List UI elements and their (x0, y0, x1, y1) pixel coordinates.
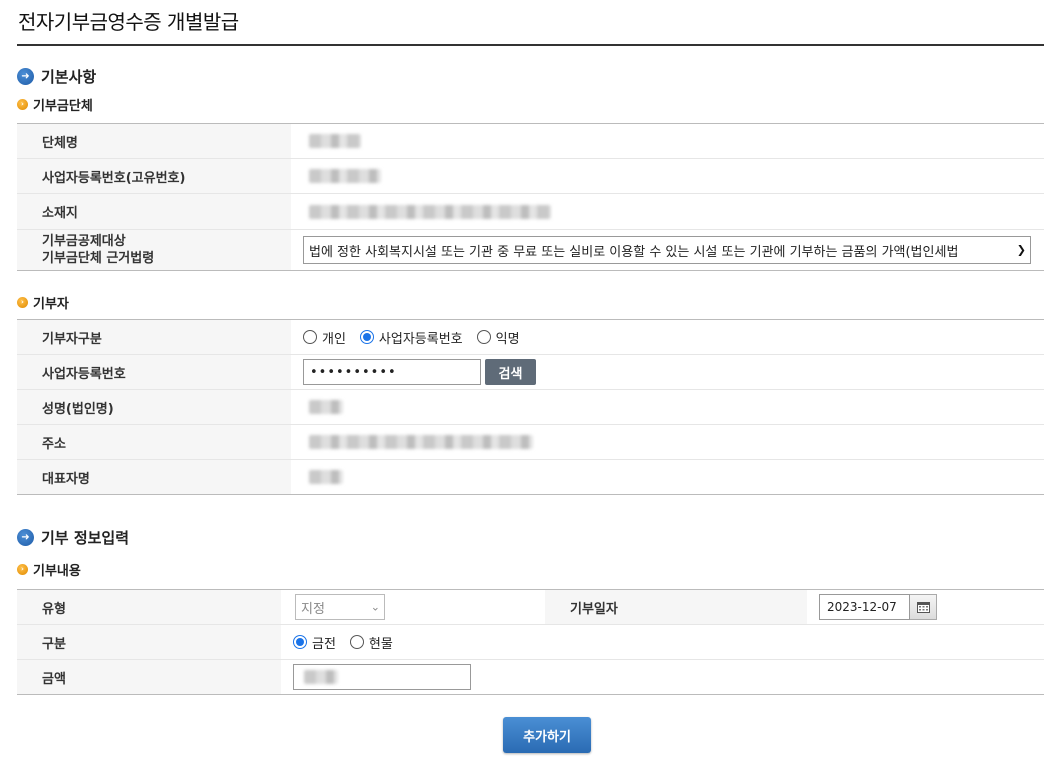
subsection-donor-title: 기부자 (33, 297, 69, 312)
donor-name-label: 성명(법인명) (17, 389, 291, 425)
arrow-circle-icon: ➜ (17, 529, 34, 546)
table-row: 대표자명 (17, 459, 1044, 495)
date-picker: 2023-12-07 (819, 594, 937, 620)
table-row: 기부자구분 개인 사업자등록번호 익명 (17, 319, 1044, 355)
section-basic-title: 기본사항 (41, 68, 97, 86)
type-select[interactable]: 지정 ⌄ (295, 594, 385, 620)
kind-radio-group: 금전 현물 (293, 633, 1044, 652)
amount-value-redacted (304, 670, 338, 684)
donor-reg-label: 사업자등록번호 (17, 354, 291, 390)
law-select[interactable]: 법에 정한 사회복지시설 또는 기관 중 무료 또는 실비로 이용할 수 있는 … (303, 236, 1031, 264)
content-type-label: 유형 (17, 589, 281, 625)
content-date-label: 기부일자 (545, 589, 807, 625)
radio-anonymous[interactable]: 익명 (476, 328, 520, 347)
donor-reg-input[interactable]: •••••••••• (303, 359, 481, 385)
section-basic: ➜ 기본사항 (17, 66, 96, 87)
subsection-content: › 기부내용 (17, 560, 81, 579)
content-kind-label: 구분 (17, 624, 281, 660)
radio-circle[interactable] (359, 330, 374, 344)
radio-label: 금전 (312, 636, 336, 652)
add-button[interactable]: 추가하기 (503, 717, 591, 753)
radio-cash[interactable]: 금전 (293, 633, 336, 652)
chevron-down-icon: ❯ (1016, 243, 1026, 257)
table-row: 소재지 (17, 193, 1044, 230)
table-row: 사업자등록번호(고유번호) (17, 158, 1044, 194)
search-button[interactable]: 검색 (485, 359, 536, 385)
title-divider (17, 44, 1044, 46)
arrow-circle-icon: ➜ (17, 68, 34, 85)
chevron-circle-icon: › (17, 564, 28, 575)
subsection-donor: › 기부자 (17, 293, 69, 312)
chevron-down-icon: ⌄ (370, 600, 380, 614)
radio-individual[interactable]: 개인 (303, 328, 346, 347)
donor-addr-value-redacted (309, 435, 533, 449)
content-amount-label: 금액 (17, 659, 281, 695)
radio-goods[interactable]: 현물 (349, 633, 393, 652)
donor-rep-value-redacted (309, 470, 343, 484)
table-row: 성명(법인명) (17, 389, 1044, 425)
radio-label: 사업자등록번호 (378, 331, 463, 347)
amount-input[interactable] (293, 664, 471, 690)
section-donation-info-title: 기부 정보입력 (41, 529, 130, 547)
table-row: 단체명 (17, 123, 1044, 159)
donor-type-radio-group: 개인 사업자등록번호 익명 (303, 328, 1044, 347)
org-addr-label: 소재지 (17, 193, 291, 230)
radio-circle[interactable] (293, 635, 307, 649)
section-donation-info: ➜ 기부 정보입력 (17, 527, 129, 548)
date-input[interactable]: 2023-12-07 (819, 594, 910, 620)
donor-table: 기부자구분 개인 사업자등록번호 익명 사업자등록번호 •••••••••• 검색… (17, 319, 1044, 495)
table-row: 금액 (17, 659, 1044, 695)
table-row: 주소 (17, 424, 1044, 460)
radio-circle[interactable] (476, 330, 491, 344)
org-reg-label: 사업자등록번호(고유번호) (17, 158, 291, 194)
content-table: 유형 지정 ⌄ 기부일자 2023-12-07 구분 금전 현물 금액 (17, 589, 1044, 695)
table-row: 사업자등록번호 •••••••••• 검색 (17, 354, 1044, 390)
table-row: 구분 금전 현물 (17, 624, 1044, 660)
org-table: 단체명 사업자등록번호(고유번호) 소재지 기부금공제대상 기부금단체 근거법령… (17, 123, 1044, 271)
subsection-org-title: 기부금단체 (33, 99, 93, 114)
chevron-circle-icon: › (17, 297, 28, 308)
org-name-label: 단체명 (17, 123, 291, 159)
chevron-circle-icon: › (17, 99, 28, 110)
radio-circle[interactable] (349, 635, 364, 649)
org-reg-value-redacted (309, 169, 381, 183)
org-name-value-redacted (309, 134, 361, 148)
donor-rep-label: 대표자명 (17, 459, 291, 495)
table-row: 유형 지정 ⌄ 기부일자 2023-12-07 (17, 589, 1044, 625)
table-row: 기부금공제대상 기부금단체 근거법령 법에 정한 사회복지시설 또는 기관 중 … (17, 229, 1044, 271)
law-select-value: 법에 정한 사회복지시설 또는 기관 중 무료 또는 실비로 이용할 수 있는 … (309, 244, 959, 260)
subsection-content-title: 기부내용 (33, 564, 81, 579)
org-law-label-line1: 기부금공제대상 (42, 234, 126, 249)
subsection-org: › 기부금단체 (17, 95, 93, 114)
donor-name-value-redacted (309, 400, 343, 414)
radio-label: 개인 (322, 331, 346, 347)
donor-addr-label: 주소 (17, 424, 291, 460)
donor-type-label: 기부자구분 (17, 319, 291, 355)
radio-label: 현물 (368, 636, 393, 652)
type-select-value: 지정 (301, 601, 325, 617)
page-title: 전자기부금영수증 개별발급 (18, 10, 239, 34)
radio-label: 익명 (495, 331, 520, 347)
org-law-label: 기부금공제대상 기부금단체 근거법령 (17, 229, 291, 271)
org-law-label-line2: 기부금단체 근거법령 (42, 251, 155, 266)
radio-circle[interactable] (303, 330, 317, 344)
calendar-icon[interactable] (910, 594, 937, 620)
radio-business[interactable]: 사업자등록번호 (359, 328, 463, 347)
org-addr-value-redacted (309, 204, 551, 219)
